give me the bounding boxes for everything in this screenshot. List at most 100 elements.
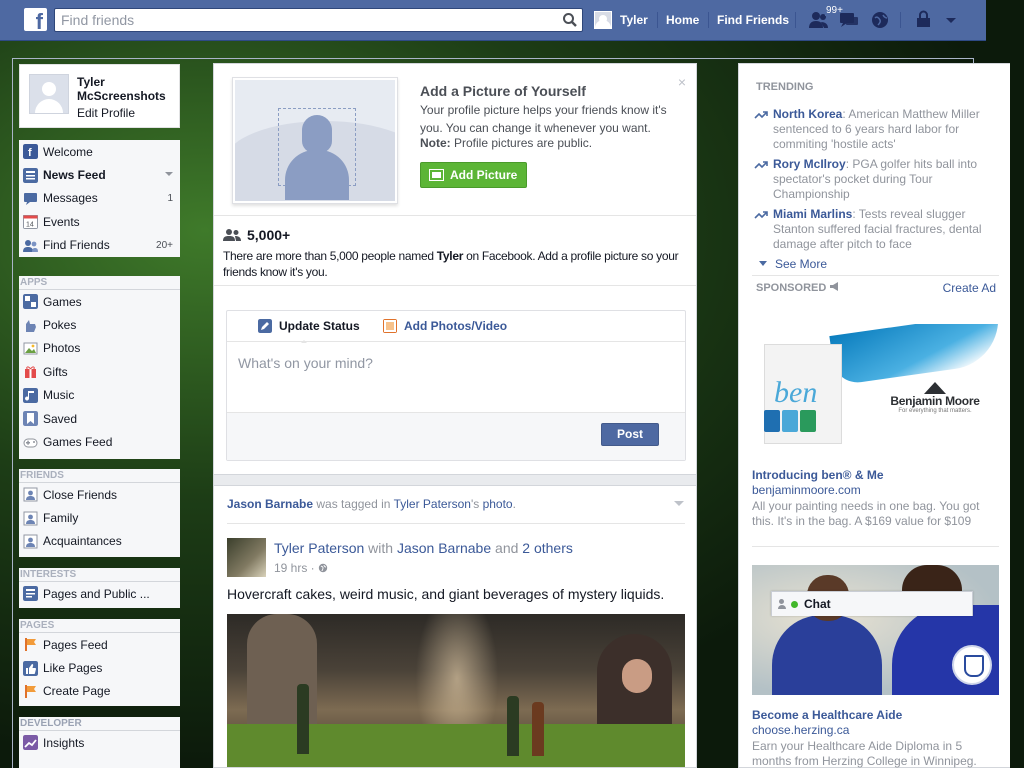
tab-label: Add Photos/Video — [404, 319, 508, 333]
trending-topic[interactable]: Rory McIlroy — [773, 157, 846, 171]
see-more-link[interactable]: See More — [759, 257, 827, 271]
profile-name[interactable]: Tyler McScreenshots — [77, 75, 177, 103]
ad-title[interactable]: Become a Healthcare Aide — [752, 708, 902, 722]
divider — [795, 12, 796, 28]
ad-image-healthcare[interactable] — [752, 565, 999, 695]
megaphone-icon — [830, 282, 839, 291]
ad-image-benjamin-moore[interactable]: ben Benjamin Moore For everything that m… — [752, 324, 999, 459]
events-icon-date: 14 — [26, 222, 34, 229]
sidebar-item-pages-feed[interactable]: Pages Feed — [19, 633, 180, 656]
sidebar-item-family[interactable]: Family — [19, 506, 180, 529]
sidebar-item-games-feed[interactable]: Games Feed — [19, 430, 180, 453]
pencil-icon — [258, 319, 272, 333]
sidebar-item-like-pages[interactable]: Like Pages — [19, 656, 180, 679]
trending-item[interactable]: North Korea: American Matthew Miller sen… — [754, 107, 988, 152]
notifications-globe-icon[interactable] — [869, 10, 891, 30]
post-button[interactable]: Post — [601, 423, 659, 446]
ad-url[interactable]: choose.herzing.ca — [752, 723, 849, 737]
sidebar-item-news-feed[interactable]: News Feed — [19, 163, 180, 186]
story-text: Hovercraft cakes, weird music, and giant… — [227, 586, 665, 602]
trending-topic[interactable]: Miami Marlins — [773, 207, 852, 221]
edit-profile-link[interactable]: Edit Profile — [77, 106, 135, 120]
sidebar-item-saved[interactable]: Saved — [19, 407, 180, 430]
people-count-value: 5,000+ — [247, 227, 291, 243]
sidebar-item-welcome[interactable]: f Welcome — [19, 140, 180, 163]
online-status-icon — [791, 600, 798, 608]
tab-update-status[interactable]: Update Status — [258, 319, 360, 346]
chevron-down-icon[interactable] — [940, 10, 962, 30]
timestamp-text: 19 hrs · — [274, 561, 319, 575]
story-timestamp[interactable]: 19 hrs · — [274, 561, 328, 575]
globe-icon — [318, 563, 328, 573]
others-link[interactable]: 2 others — [522, 540, 573, 556]
status-input[interactable] — [227, 343, 685, 411]
chevron-down-icon[interactable] — [674, 501, 684, 506]
sidebar-item-messages[interactable]: Messages 1 — [19, 187, 180, 210]
sidebar-item-gifts[interactable]: Gifts — [19, 360, 180, 383]
ad-url[interactable]: benjaminmoore.com — [752, 483, 861, 497]
story-photo[interactable] — [227, 614, 685, 767]
trending-item[interactable]: Rory McIlroy: PGA golfer hits ball into … — [754, 157, 988, 202]
profile-picture-placeholder[interactable] — [232, 77, 398, 204]
avatar[interactable] — [29, 74, 69, 114]
tagged-friend-link[interactable]: Jason Barnabe — [227, 497, 313, 511]
sidebar-item-insights[interactable]: Insights — [19, 731, 180, 754]
sidebar-item-find-friends[interactable]: Find Friends 20+ — [19, 234, 180, 257]
insights-icon — [23, 735, 38, 751]
sidebar-item-pokes[interactable]: Pokes — [19, 313, 180, 336]
pages-nav: PAGES Pages Feed Like Pages Create Page — [19, 619, 180, 706]
sidebar-item-label: Games Feed — [43, 435, 113, 450]
profile-link[interactable]: Tyler — [594, 10, 648, 30]
friends-section-header: FRIENDS — [19, 469, 180, 483]
sidebar-item-music[interactable]: Music — [19, 384, 180, 407]
ad-title[interactable]: Introducing ben® & Me — [752, 468, 884, 482]
composer-footer: Post — [227, 412, 685, 460]
trending-item[interactable]: Miami Marlins: Tests reveal slugger Stan… — [754, 207, 988, 252]
chat-tab[interactable]: Chat — [771, 591, 973, 616]
trending-topic[interactable]: North Korea — [773, 107, 842, 121]
find-friends-icon — [23, 239, 38, 252]
photo-link[interactable]: photo — [483, 497, 513, 511]
tab-add-photos[interactable]: Add Photos/Video — [383, 319, 507, 333]
search-icon[interactable] — [562, 12, 578, 28]
search-input[interactable] — [55, 9, 550, 31]
photo-owner-link[interactable]: Tyler Paterson — [394, 497, 471, 511]
close-icon[interactable]: × — [678, 74, 686, 90]
sidebar-item-acquaintances[interactable]: Acquaintances — [19, 530, 180, 553]
sidebar-item-label: Create Page — [43, 684, 111, 699]
tagged-link[interactable]: Jason Barnabe — [397, 540, 491, 556]
avatar[interactable] — [227, 538, 266, 577]
sidebar-item-label: Gifts — [43, 364, 68, 379]
status-composer: Update Status Add Photos/Video Post — [226, 310, 686, 461]
trending-text: Miami Marlins: Tests reveal slugger Stan… — [756, 207, 988, 252]
privacy-shortcuts-icon[interactable] — [914, 10, 936, 30]
chevron-down-icon[interactable] — [165, 172, 173, 177]
sponsored-header: SPONSORED — [756, 282, 841, 294]
trending-arrow-icon — [754, 211, 768, 219]
author-link[interactable]: Tyler Paterson — [274, 540, 364, 556]
sidebar-item-games[interactable]: Games — [19, 290, 180, 313]
profile-summary[interactable]: Tyler McScreenshots Edit Profile — [19, 64, 180, 128]
add-profile-picture-card: Add a Picture of Yourself Your profile p… — [214, 64, 696, 216]
sidebar-item-close-friends[interactable]: Close Friends — [19, 483, 180, 506]
context-text: . — [512, 497, 516, 511]
chat-label: Chat — [804, 597, 831, 611]
top-navigation-bar: f Tyler Home Find Friends 99+ — [0, 0, 986, 41]
interests-nav: INTERESTS Pages and Public ... — [19, 568, 180, 608]
apps-section-header: APPS — [19, 276, 180, 290]
sidebar-item-pages-public[interactable]: Pages and Public ... — [19, 582, 180, 605]
sidebar-item-label: Family — [43, 511, 79, 526]
sidebar-item-create-page[interactable]: Create Page — [19, 680, 180, 703]
find-friends-link[interactable]: Find Friends — [717, 13, 789, 27]
facebook-logo-icon[interactable]: f — [24, 8, 47, 31]
sidebar-item-label: Music — [43, 388, 75, 403]
friend-count: 20+ — [156, 239, 173, 251]
sidebar-item-photos[interactable]: Photos — [19, 337, 180, 360]
add-picture-button[interactable]: Add Picture — [420, 162, 527, 188]
home-link[interactable]: Home — [666, 13, 699, 27]
context-text: was tagged in — [313, 497, 394, 511]
sidebar-item-events[interactable]: 14 Events — [19, 210, 180, 233]
photo-bottle — [297, 684, 309, 754]
messages-icon[interactable] — [838, 10, 860, 30]
create-ad-link[interactable]: Create Ad — [943, 281, 996, 295]
